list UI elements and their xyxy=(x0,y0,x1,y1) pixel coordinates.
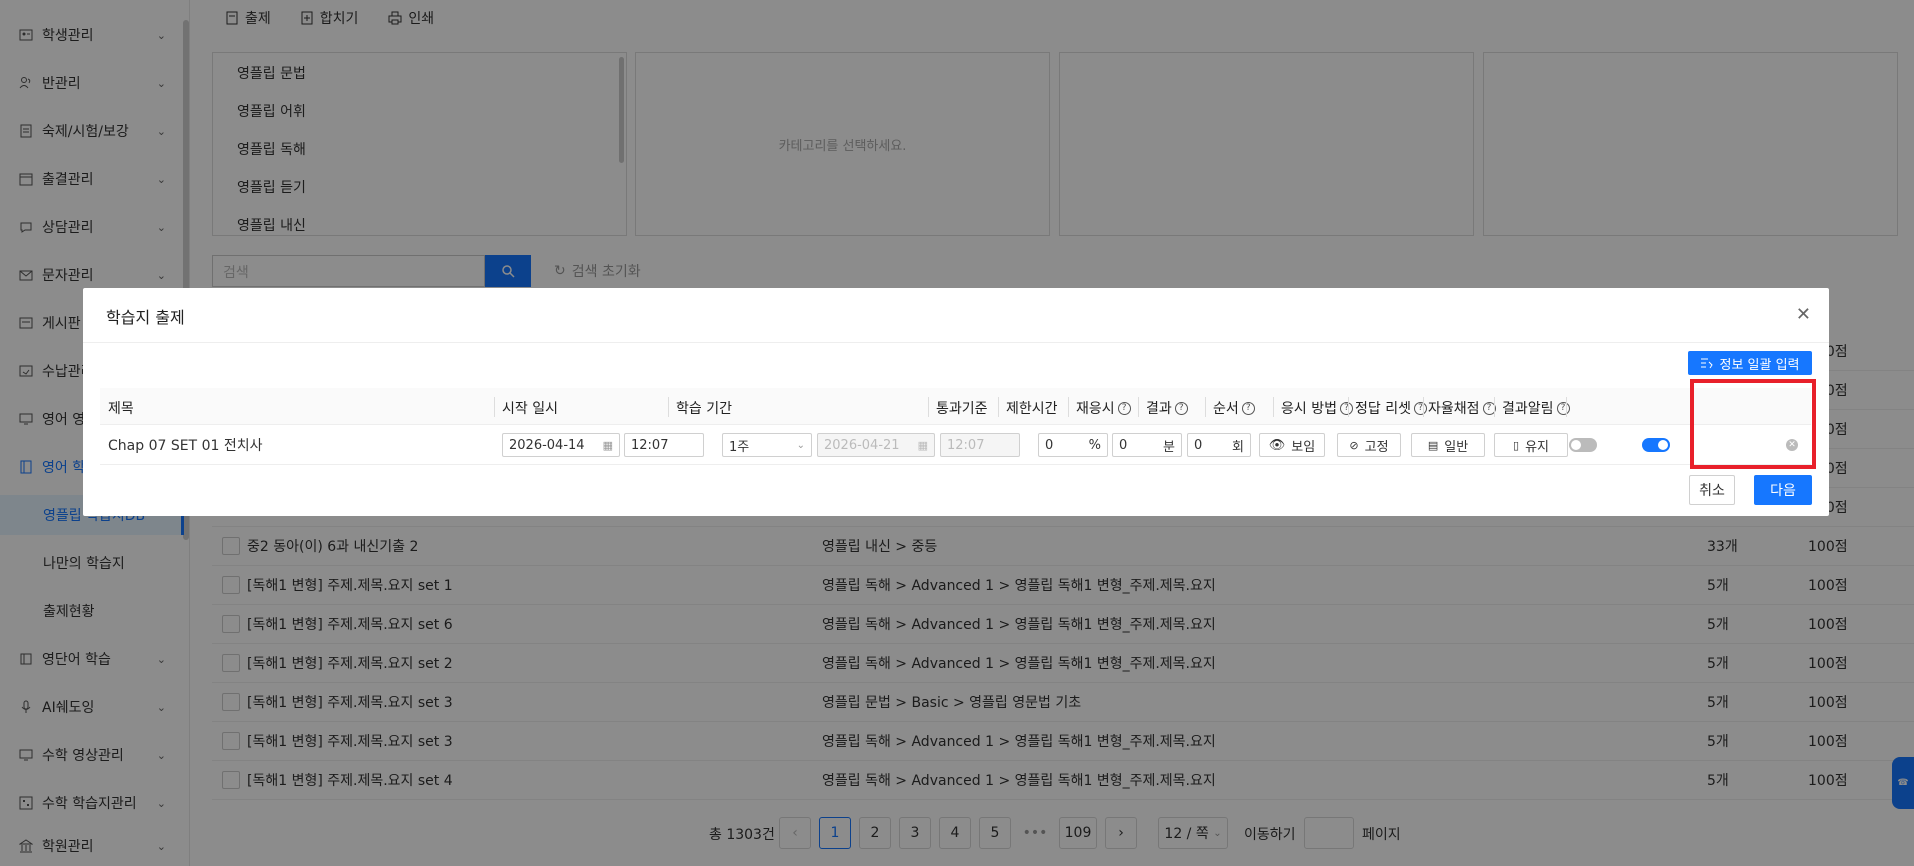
shuffle-off-icon: ⊘ xyxy=(1349,438,1359,452)
highlight-box xyxy=(1690,379,1816,469)
header-title: 제목 xyxy=(108,401,134,417)
worksheet-title: Chap 07 SET 01 전치사 xyxy=(108,438,263,454)
start-time-value: 12:07 xyxy=(631,437,669,453)
answer-reset-label: 유지 xyxy=(1525,439,1549,455)
header-retry: 재응시? xyxy=(1076,398,1131,418)
bulk-input-button[interactable]: 정보 일괄 입력 xyxy=(1688,351,1812,375)
column-divider xyxy=(1138,397,1139,417)
header-answer-reset: 정답 리셋? xyxy=(1355,398,1427,418)
header-result: 결과? xyxy=(1146,398,1188,418)
close-icon[interactable]: ✕ xyxy=(1796,304,1811,325)
help-icon[interactable]: ? xyxy=(1556,401,1570,415)
header-self-grading: 자율채점? xyxy=(1428,398,1496,418)
column-divider xyxy=(998,397,999,417)
next-button[interactable]: 다음 xyxy=(1754,475,1812,505)
period-select[interactable]: 1주 ⌄ xyxy=(722,433,812,457)
help-icon[interactable]: ? xyxy=(1174,401,1188,415)
modal-title: 학습지 출제 xyxy=(106,308,185,327)
column-divider xyxy=(1494,397,1495,417)
header-order: 순서? xyxy=(1213,398,1255,418)
test-method-label: 일반 xyxy=(1444,439,1469,455)
toggle-off xyxy=(1569,438,1597,452)
document-icon: ▤ xyxy=(1427,438,1439,452)
calendar-icon: ▦ xyxy=(602,438,613,452)
issue-worksheet-modal: 학습지 출제 ✕ 정보 일괄 입력 제목 시작 일시 학습 기간 통과기준 제한… xyxy=(83,288,1829,516)
retry-value: 0 xyxy=(1194,437,1203,453)
column-divider xyxy=(1068,397,1069,417)
pass-criteria-unit: % xyxy=(1088,437,1101,453)
header-study-period: 학습 기간 xyxy=(676,401,732,417)
header-pass-criteria: 통과기준 xyxy=(936,401,988,417)
start-date-picker[interactable]: 2026-04-14 ▦ xyxy=(502,433,620,457)
end-date-value: 2026-04-21 xyxy=(824,437,900,453)
list-edit-icon xyxy=(1701,358,1714,369)
column-divider xyxy=(1273,397,1274,417)
cancel-button[interactable]: 취소 xyxy=(1689,475,1735,505)
column-divider xyxy=(668,397,669,417)
start-date-value: 2026-04-14 xyxy=(509,437,585,453)
start-time-picker[interactable]: 12:07 xyxy=(624,433,704,457)
help-icon[interactable]: ? xyxy=(1339,401,1353,415)
column-divider xyxy=(1566,397,1567,417)
test-method-button[interactable]: ▤ 일반 xyxy=(1411,433,1485,457)
header-time-limit: 제한시간 xyxy=(1006,401,1058,417)
end-time-picker: 12:07 xyxy=(940,433,1020,457)
time-limit-value: 0 xyxy=(1119,437,1128,453)
chevron-down-icon: ⌄ xyxy=(796,439,805,451)
phone-icon: ▯ xyxy=(1513,438,1520,452)
bulk-input-label: 정보 일괄 입력 xyxy=(1719,357,1800,373)
end-time-value: 12:07 xyxy=(947,437,985,453)
retry-unit: 회 xyxy=(1232,439,1244,455)
answer-reset-button[interactable]: ▯ 유지 xyxy=(1494,433,1568,457)
end-date-picker: 2026-04-21 ▦ xyxy=(817,433,935,457)
period-value: 1주 xyxy=(729,439,750,455)
calendar-icon: ▦ xyxy=(917,438,928,452)
order-button[interactable]: ⊘ 고정 xyxy=(1337,433,1401,457)
retry-input[interactable]: 0 회 xyxy=(1187,433,1251,457)
column-divider xyxy=(494,397,495,417)
time-limit-unit: 분 xyxy=(1163,439,1175,455)
pass-criteria-input[interactable]: 0 % xyxy=(1038,433,1108,457)
toggle-on xyxy=(1642,438,1670,452)
self-grading-toggle[interactable] xyxy=(1569,438,1597,462)
modal-table-row: Chap 07 SET 01 전치사 2026-04-14 ▦ 12:07 1주… xyxy=(100,425,1811,465)
help-icon[interactable]: ? xyxy=(1241,401,1255,415)
result-visibility-button[interactable]: 👁 보임 xyxy=(1259,433,1325,457)
time-limit-input[interactable]: 0 분 xyxy=(1112,433,1182,457)
help-icon[interactable]: ? xyxy=(1117,401,1131,415)
header-test-method: 응시 방법? xyxy=(1281,398,1353,418)
order-label: 고정 xyxy=(1364,439,1389,455)
header-start-datetime: 시작 일시 xyxy=(502,401,558,417)
column-divider xyxy=(1348,397,1349,417)
result-visibility-label: 보임 xyxy=(1291,439,1316,455)
result-notify-toggle[interactable] xyxy=(1642,438,1670,462)
modal-table-header: 제목 시작 일시 학습 기간 통과기준 제한시간 재응시? 결과? 순서? 응시… xyxy=(100,388,1811,425)
modal-divider xyxy=(83,342,1829,343)
column-divider xyxy=(1205,397,1206,417)
pass-criteria-value: 0 xyxy=(1045,437,1054,453)
eye-icon: 👁 xyxy=(1268,437,1286,453)
help-icon[interactable]: ? xyxy=(1413,401,1427,415)
header-result-notify: 결과알림? xyxy=(1502,398,1570,418)
column-divider xyxy=(928,397,929,417)
column-divider xyxy=(1423,397,1424,417)
